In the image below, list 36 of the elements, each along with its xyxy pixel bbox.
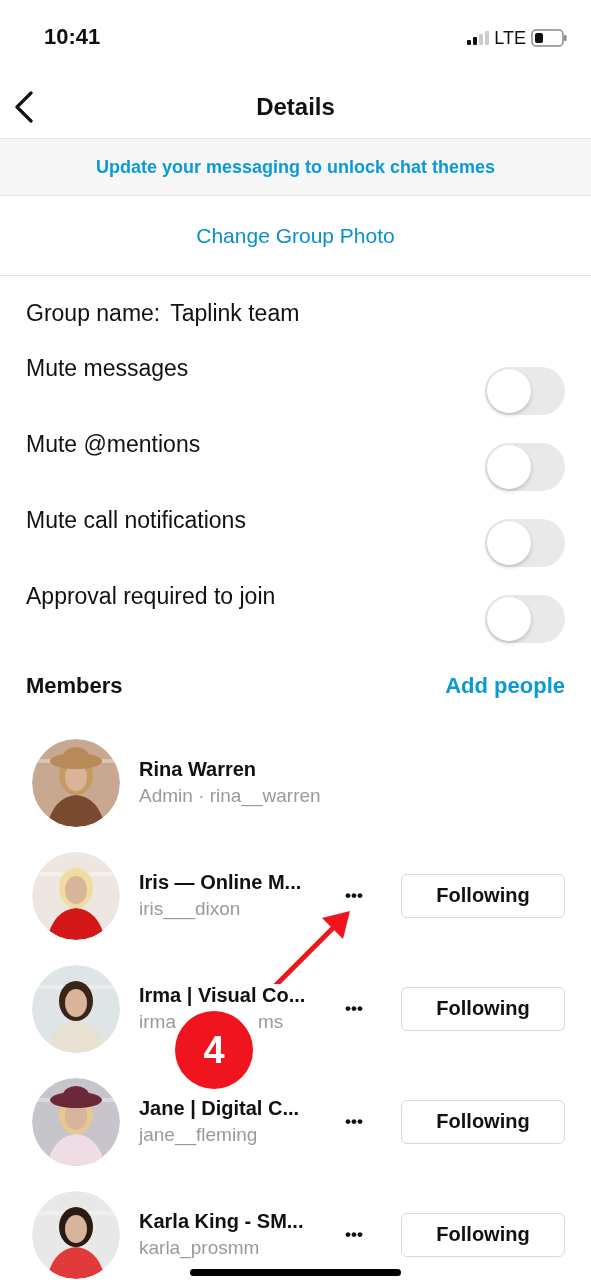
setting-label: Mute messages — [26, 355, 189, 383]
signal-icon — [467, 31, 490, 45]
more-icon[interactable]: ••• — [345, 1224, 377, 1245]
member-username: karla_prosmm — [139, 1237, 260, 1259]
member-username: ms — [257, 1011, 284, 1033]
following-button[interactable]: Following — [401, 873, 565, 918]
more-icon[interactable]: ••• — [345, 998, 377, 1019]
member-name: Irma | Visual Co... — [139, 984, 306, 1007]
back-icon[interactable] — [14, 91, 34, 123]
setting-label: Mute call notifications — [26, 507, 246, 535]
toggle-switch[interactable] — [485, 519, 565, 567]
toggle-switch[interactable] — [485, 443, 565, 491]
member-username: irma — [139, 1011, 176, 1033]
section-title: Members — [26, 673, 123, 699]
toggle-switch[interactable] — [485, 367, 565, 415]
following-button[interactable]: Following — [401, 986, 565, 1031]
step-badge: 4 — [175, 1011, 253, 1089]
network-label: LTE — [494, 27, 526, 49]
following-button[interactable]: Following — [401, 1099, 565, 1144]
following-button[interactable]: Following — [401, 1212, 565, 1257]
more-icon[interactable]: ••• — [345, 885, 377, 906]
member-name: Karla King - SM... — [139, 1210, 304, 1233]
toggle-switch[interactable] — [485, 595, 565, 643]
member-username: iris___dixon — [139, 898, 241, 920]
group-name-label: Group name: — [26, 300, 161, 327]
status-time: 10:41 — [44, 24, 101, 50]
more-icon[interactable]: ••• — [345, 1111, 377, 1132]
change-photo-link[interactable]: Change Group Photo — [196, 223, 395, 248]
member-username: Admin · rina__warren — [139, 785, 321, 807]
screen-title: Details — [256, 93, 335, 121]
group-name-value: Taplink team — [170, 300, 300, 327]
setting-label: Mute @mentions — [26, 431, 201, 459]
member-name: Jane | Digital C... — [139, 1097, 300, 1120]
member-username: jane__fleming — [139, 1124, 258, 1146]
setting-label: Approval required to join — [26, 583, 276, 611]
battery-icon — [531, 29, 567, 47]
